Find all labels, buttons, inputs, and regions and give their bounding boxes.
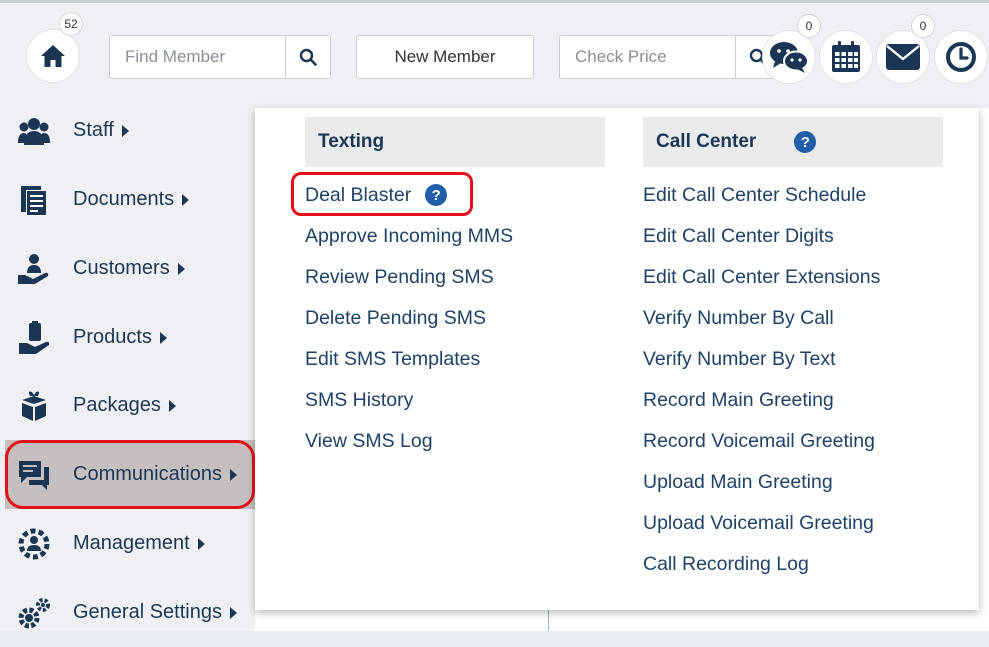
search-icon bbox=[299, 48, 317, 66]
sidebar-item-label: Products bbox=[73, 326, 167, 349]
check-price-search bbox=[559, 35, 781, 79]
caret-right-icon bbox=[121, 124, 129, 137]
sidebar-item-label: Staff bbox=[73, 119, 129, 142]
sidebar-item-communications[interactable]: Communications bbox=[5, 440, 255, 509]
sidebar-item-staff[interactable]: Staff bbox=[5, 96, 255, 165]
sidebar-item-label: Communications bbox=[73, 463, 237, 486]
caret-right-icon bbox=[182, 193, 190, 206]
documents-icon bbox=[17, 183, 51, 217]
gear-icon bbox=[17, 596, 51, 630]
caret-right-icon bbox=[229, 468, 237, 481]
sidebar-item-general-settings[interactable]: General Settings bbox=[5, 578, 255, 647]
menu-link-upload-voicemail-greeting[interactable]: Upload Voicemail Greeting bbox=[643, 510, 874, 536]
caret-right-icon bbox=[229, 606, 237, 619]
wechat-icon bbox=[770, 42, 809, 73]
menu-link-record-main-greeting[interactable]: Record Main Greeting bbox=[643, 387, 834, 413]
chat-button[interactable] bbox=[763, 31, 815, 83]
menu-link-sms-history[interactable]: SMS History bbox=[305, 387, 413, 413]
find-member-input[interactable] bbox=[110, 36, 285, 78]
sidebar-item-label: Documents bbox=[73, 188, 190, 211]
sidebar-item-label: General Settings bbox=[73, 601, 237, 624]
sidebar-item-management[interactable]: Management bbox=[5, 509, 255, 578]
menu-link-approve-incoming-mms[interactable]: Approve Incoming MMS bbox=[305, 223, 513, 249]
home-badge: 52 bbox=[60, 13, 82, 35]
packages-icon bbox=[17, 389, 51, 423]
menu-link-edit-call-center-extensions[interactable]: Edit Call Center Extensions bbox=[643, 264, 880, 290]
call-center-header: Call Center ? bbox=[643, 117, 943, 167]
menu-link-verify-number-by-call[interactable]: Verify Number By Call bbox=[643, 305, 834, 331]
clock-icon bbox=[946, 42, 976, 72]
sidebar-item-label: Management bbox=[73, 532, 205, 555]
sidebar-item-label: Customers bbox=[73, 257, 185, 280]
menu-link-call-recording-log[interactable]: Call Recording Log bbox=[643, 551, 809, 577]
menu-link-edit-call-center-schedule[interactable]: Edit Call Center Schedule bbox=[643, 182, 866, 208]
home-button[interactable] bbox=[27, 30, 79, 82]
texting-header: Texting bbox=[305, 117, 605, 167]
menu-link-record-voicemail-greeting[interactable]: Record Voicemail Greeting bbox=[643, 428, 875, 454]
find-member-search bbox=[109, 35, 331, 79]
sidebar-item-customers[interactable]: Customers bbox=[5, 234, 255, 303]
menu-link-review-pending-sms[interactable]: Review Pending SMS bbox=[305, 264, 494, 290]
sidebar: Staff Documents Customers Products Packa… bbox=[0, 108, 255, 631]
menu-link-upload-main-greeting[interactable]: Upload Main Greeting bbox=[643, 469, 833, 495]
caret-right-icon bbox=[168, 399, 176, 412]
caret-right-icon bbox=[159, 331, 167, 344]
menu-link-edit-sms-templates[interactable]: Edit SMS Templates bbox=[305, 346, 480, 372]
sidebar-item-label: Packages bbox=[73, 394, 176, 417]
calendar-button[interactable] bbox=[820, 31, 872, 83]
mail-badge: 0 bbox=[912, 15, 934, 37]
caret-right-icon bbox=[197, 537, 205, 550]
communications-icon bbox=[17, 458, 51, 492]
find-member-search-button[interactable] bbox=[285, 36, 330, 78]
communications-menu: Texting Call Center ? Deal Blaster ? App… bbox=[255, 108, 979, 610]
menu-link-deal-blaster[interactable]: Deal Blaster ? bbox=[305, 182, 448, 208]
envelope-icon bbox=[886, 44, 920, 70]
calendar-icon bbox=[832, 41, 860, 72]
new-member-button[interactable]: New Member bbox=[356, 35, 534, 79]
management-icon bbox=[17, 527, 51, 561]
menu-link-verify-number-by-text[interactable]: Verify Number By Text bbox=[643, 346, 836, 372]
caret-right-icon bbox=[177, 262, 185, 275]
customers-icon bbox=[17, 252, 51, 286]
home-icon bbox=[41, 45, 65, 67]
check-price-input[interactable] bbox=[560, 36, 735, 78]
top-bar: 52 New Member 0 bbox=[0, 0, 989, 108]
history-button[interactable] bbox=[935, 31, 987, 83]
sidebar-item-packages[interactable]: Packages bbox=[5, 371, 255, 440]
products-icon bbox=[17, 320, 51, 355]
menu-link-edit-call-center-digits[interactable]: Edit Call Center Digits bbox=[643, 223, 834, 249]
menu-link-view-sms-log[interactable]: View SMS Log bbox=[305, 428, 433, 454]
staff-icon bbox=[17, 114, 51, 148]
chat-badge: 0 bbox=[798, 15, 820, 37]
help-icon[interactable]: ? bbox=[425, 184, 448, 206]
sidebar-item-documents[interactable]: Documents bbox=[5, 165, 255, 234]
sidebar-item-products[interactable]: Products bbox=[5, 303, 255, 372]
mail-button[interactable] bbox=[877, 31, 929, 83]
help-icon[interactable]: ? bbox=[794, 131, 817, 153]
menu-link-delete-pending-sms[interactable]: Delete Pending SMS bbox=[305, 305, 486, 331]
